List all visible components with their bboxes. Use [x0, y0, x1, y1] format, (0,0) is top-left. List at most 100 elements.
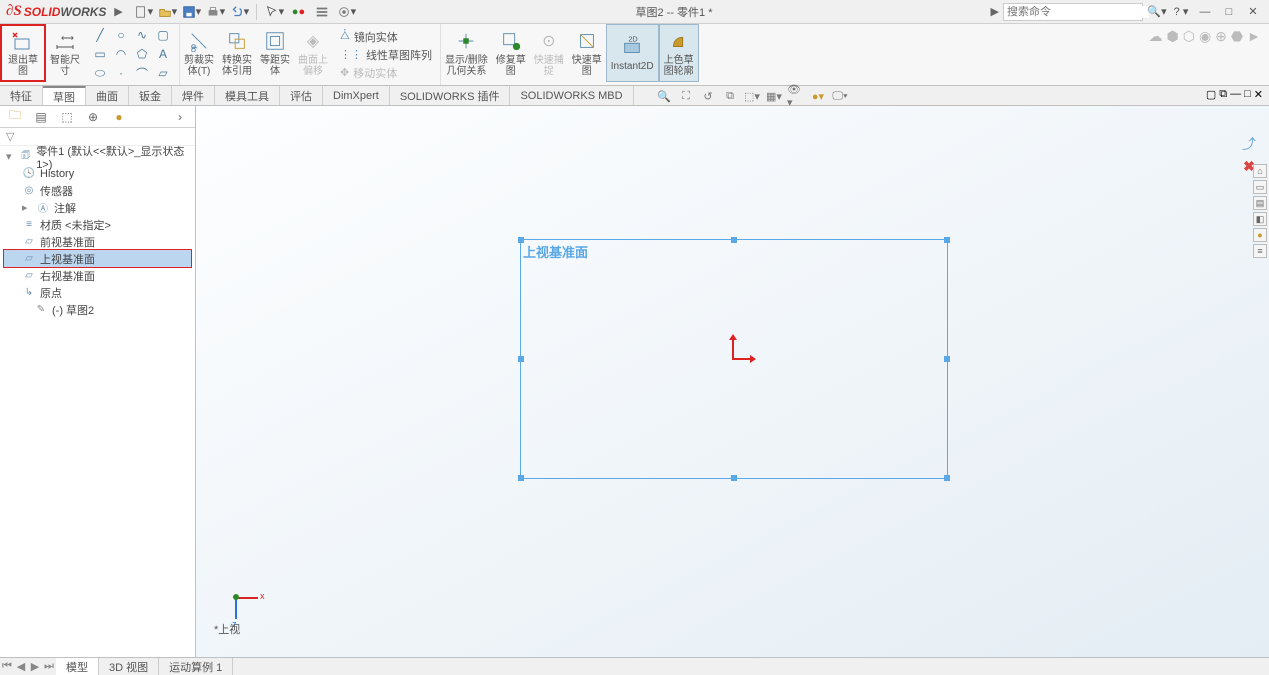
- config-tab[interactable]: ⬚: [56, 108, 78, 126]
- cloud-icon[interactable]: ⊕: [1215, 28, 1227, 45]
- smart-dimension-button[interactable]: ⟷ 智能尺 寸: [46, 24, 84, 82]
- section-view-icon[interactable]: ⧉: [721, 88, 739, 104]
- viewport-min-icon[interactable]: —: [1230, 88, 1241, 101]
- dimxpert-tab[interactable]: ⊕: [82, 108, 104, 126]
- bottom-tab-3dview[interactable]: 3D 视图: [99, 658, 159, 675]
- rapid-sketch-button[interactable]: 快速草图: [568, 24, 606, 82]
- taskpane-explorer-icon[interactable]: ▤: [1253, 196, 1267, 210]
- nav-first-icon[interactable]: ⏮: [0, 660, 14, 673]
- plane-tool[interactable]: ▱: [153, 64, 173, 82]
- tab-dimxpert[interactable]: DimXpert: [323, 86, 390, 105]
- tree-filter[interactable]: ▽: [0, 128, 195, 146]
- taskpane-appear-icon[interactable]: ●: [1253, 228, 1267, 242]
- ellipse-tool[interactable]: ⬭: [90, 64, 110, 82]
- view-orient-icon[interactable]: ⬚▾: [743, 88, 761, 104]
- bottom-tab-motion[interactable]: 运动算例 1: [159, 658, 233, 675]
- search-input[interactable]: [1007, 6, 1149, 18]
- viewport-close-icon[interactable]: ✕: [1254, 88, 1263, 101]
- appearance-icon[interactable]: ●▾: [809, 88, 827, 104]
- taskpane-props-icon[interactable]: ≡: [1253, 244, 1267, 258]
- tree-sensors[interactable]: ◎传感器: [4, 182, 191, 199]
- zoom-fit-icon[interactable]: 🔍: [655, 88, 673, 104]
- tree-annotations[interactable]: ▸Ⓐ注解: [4, 199, 191, 216]
- mirror-entities-button[interactable]: ⧊镜向实体: [340, 29, 398, 45]
- options-button[interactable]: [311, 2, 333, 22]
- tab-evaluate[interactable]: 评估: [280, 86, 323, 105]
- viewport-max-icon[interactable]: □: [1244, 88, 1251, 101]
- repair-sketch-button[interactable]: 修复草 图: [492, 24, 530, 82]
- hide-show-icon[interactable]: 👁▾: [787, 88, 805, 104]
- point-tool[interactable]: ·: [111, 64, 131, 82]
- nav-last-icon[interactable]: ⏭: [42, 660, 56, 673]
- graphics-viewport[interactable]: 上视基准面 x z *上视 ⤴ ✖ ⌂: [196, 106, 1269, 657]
- viewport-link-icon[interactable]: ⧉: [1219, 88, 1227, 101]
- tree-root[interactable]: ▾🗊零件1 (默认<<默认>_显示状态 1>): [4, 148, 191, 165]
- offset-entities-button[interactable]: 等距实 体: [256, 24, 294, 82]
- minimize-button[interactable]: —: [1195, 3, 1215, 21]
- tree-front-plane[interactable]: ▱前视基准面: [4, 233, 191, 250]
- cloud-icon[interactable]: ☁: [1148, 28, 1162, 45]
- cloud-icon[interactable]: ⬢: [1166, 28, 1178, 45]
- trim-button[interactable]: 剪裁实 体(T): [180, 24, 218, 82]
- property-tab[interactable]: ▤: [30, 108, 52, 126]
- new-file-button[interactable]: ▾: [132, 2, 154, 22]
- linear-pattern-button[interactable]: ⋮⋮线性草图阵列: [340, 47, 432, 63]
- select-button[interactable]: ▾: [263, 2, 285, 22]
- convert-entities-button[interactable]: 转换实 体引用: [218, 24, 256, 82]
- tab-addins[interactable]: SOLIDWORKS 插件: [390, 86, 511, 105]
- fillet-tool[interactable]: ⌒: [132, 64, 152, 82]
- text-tool[interactable]: A: [153, 45, 173, 63]
- tree-right-plane[interactable]: ▱右视基准面: [4, 267, 191, 284]
- viewport-single-icon[interactable]: ▢: [1206, 88, 1216, 101]
- prev-view-icon[interactable]: ↺: [699, 88, 717, 104]
- rect-tool[interactable]: ▭: [90, 45, 110, 63]
- nav-prev-icon[interactable]: ◀: [14, 660, 28, 673]
- cloud-icon[interactable]: ◉: [1199, 28, 1211, 45]
- exit-sketch-button[interactable]: 退出草 图: [0, 24, 46, 82]
- close-button[interactable]: ✕: [1243, 3, 1263, 21]
- tab-mbd[interactable]: SOLIDWORKS MBD: [510, 86, 633, 105]
- display-style-icon[interactable]: ▦▾: [765, 88, 783, 104]
- taskpane-view-icon[interactable]: ◧: [1253, 212, 1267, 226]
- tab-features[interactable]: 特征: [0, 86, 43, 105]
- circle-tool[interactable]: ○: [111, 26, 131, 44]
- taskpane-lib-icon[interactable]: ▭: [1253, 180, 1267, 194]
- taskpane-home-icon[interactable]: ⌂: [1253, 164, 1267, 178]
- cloud-icon[interactable]: ►: [1247, 28, 1261, 44]
- cloud-icon[interactable]: ⬡: [1183, 28, 1195, 45]
- tree-material[interactable]: ≡材质 <未指定>: [4, 216, 191, 233]
- tab-weldments[interactable]: 焊件: [172, 86, 215, 105]
- instant2d-button[interactable]: 2D Instant2D: [606, 24, 659, 82]
- polygon-tool[interactable]: ⬠: [132, 45, 152, 63]
- tree-top-plane[interactable]: ▱上视基准面: [4, 250, 191, 267]
- display-relations-button[interactable]: 显示/删除 几何关系: [441, 24, 492, 82]
- open-file-button[interactable]: ▾: [156, 2, 178, 22]
- scene-icon[interactable]: 🖵▾: [831, 88, 849, 104]
- line-tool[interactable]: ╱: [90, 26, 110, 44]
- tab-sheetmetal[interactable]: 钣金: [129, 86, 172, 105]
- spline-tool[interactable]: ∿: [132, 26, 152, 44]
- save-button[interactable]: ▾: [180, 2, 202, 22]
- arc-tool[interactable]: ◠: [111, 45, 131, 63]
- view-triad[interactable]: x z: [216, 577, 256, 617]
- display-tab[interactable]: ●: [108, 108, 130, 126]
- tree-origin[interactable]: ↳原点: [4, 284, 191, 301]
- shade-sketch-button[interactable]: 上色草 图轮廓: [659, 24, 699, 82]
- nav-next-icon[interactable]: ▶: [28, 660, 42, 673]
- help-button[interactable]: ? ▾: [1171, 3, 1191, 21]
- bottom-tab-model[interactable]: 模型: [56, 658, 99, 675]
- feature-tree-tab[interactable]: 🗀: [4, 108, 26, 126]
- tab-surfaces[interactable]: 曲面: [86, 86, 129, 105]
- print-button[interactable]: ▾: [204, 2, 226, 22]
- move-entities-button[interactable]: ✥移动实体: [340, 65, 397, 81]
- maximize-button[interactable]: □: [1219, 3, 1239, 21]
- command-search[interactable]: [1003, 3, 1143, 21]
- cloud-icon[interactable]: ⬣: [1231, 28, 1243, 45]
- confirm-sketch-icon[interactable]: ⤴: [1237, 134, 1261, 154]
- rebuild-button[interactable]: ●●: [287, 2, 309, 22]
- settings-button[interactable]: ▾: [335, 2, 357, 22]
- panel-expand-icon[interactable]: ›: [169, 108, 191, 126]
- search-dropdown-icon[interactable]: 🔍▾: [1147, 3, 1167, 21]
- tree-sketch2[interactable]: ✎(-) 草图2: [4, 301, 191, 318]
- tab-moldtools[interactable]: 模具工具: [215, 86, 280, 105]
